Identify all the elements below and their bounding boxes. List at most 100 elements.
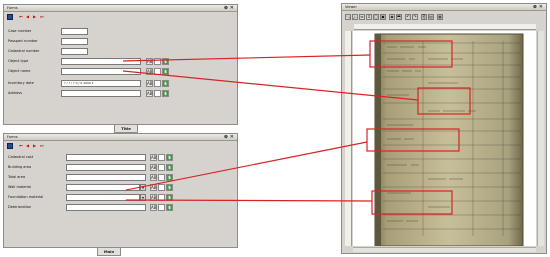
form-titlebar: Forms ⊗ ✕ [4,134,237,141]
select-rect-icon[interactable]: ▢ [373,14,379,20]
first-record-icon[interactable]: ⏮ [19,14,23,19]
field-row-deterioration: Deterioration AB $ [4,204,237,212]
stamp-icon[interactable]: ◉ [389,14,395,20]
case-number-input[interactable] [61,28,88,35]
next-record-icon[interactable]: ▶ [33,143,36,148]
total-area-input[interactable] [66,174,146,181]
tab-main[interactable]: Main [97,248,121,256]
field-row-address: Address AB $ [4,90,237,98]
spellcheck-button[interactable]: AB [150,164,157,171]
rotate-right-icon[interactable]: ↷ [412,14,418,20]
spellcheck-button[interactable]: AB [146,90,153,97]
lookup-button[interactable]: $ [166,184,173,191]
form-toolbar: ⏮ ◀ ▶ ⏭ [4,12,237,22]
clear-button[interactable] [158,194,165,201]
clear-button[interactable] [154,90,161,97]
spellcheck-button[interactable]: AB [146,80,153,87]
lookup-button[interactable]: $ [162,58,169,65]
inventory-date-picker[interactable]: ? / ? / ? 0 / 0 2000 ▾ [61,80,141,87]
field-label: Total area [8,175,26,179]
last-record-icon[interactable]: ⏭ [40,143,44,148]
lookup-button[interactable]: $ [166,204,173,211]
scanned-document [374,33,524,246]
document-canvas[interactable] [353,31,536,246]
first-record-icon[interactable]: ⏮ [19,143,23,148]
address-input[interactable] [61,90,141,97]
next-record-icon[interactable]: ▶ [33,14,36,19]
copy-icon[interactable]: ⎘ [421,14,427,20]
foundation-material-select[interactable] [66,194,140,201]
wall-material-select[interactable] [66,184,140,191]
field-label: Object type [8,59,29,63]
spellcheck-button[interactable]: AB [146,58,153,65]
object-name-input[interactable] [61,68,141,75]
zoom-out-icon[interactable]: 🔎 [352,14,358,20]
rotate-left-icon[interactable]: ↶ [405,14,411,20]
fit-width-icon[interactable]: ⇔ [359,14,365,20]
zoom-in-icon[interactable]: 🔍 [345,14,351,20]
clear-button[interactable] [154,58,161,65]
vertical-ruler [345,31,352,246]
last-record-icon[interactable]: ⏭ [40,14,44,19]
spellcheck-button[interactable]: AB [150,174,157,181]
tab-title[interactable]: Title [114,125,138,133]
field-label: Foundation material [8,195,44,199]
form-titlebar: Forms ⊗ ✕ [4,5,237,12]
lookup-button[interactable]: $ [166,174,173,181]
building-area-input[interactable] [66,164,146,171]
field-label: Wall material [8,185,32,189]
cadastral-cost-input[interactable] [66,154,146,161]
fit-height-icon[interactable]: ⇕ [366,14,372,20]
horizontal-scrollbar[interactable] [353,247,536,252]
clear-button[interactable] [154,68,161,75]
crop-icon[interactable]: ⬒ [396,14,402,20]
deterioration-input[interactable] [66,204,146,211]
clear-button[interactable] [158,174,165,181]
lookup-button[interactable]: $ [162,68,169,75]
clear-button[interactable] [154,80,161,87]
lookup-button[interactable]: $ [166,154,173,161]
field-row-object-type: Object type AB $ [4,58,237,66]
save-icon[interactable] [7,14,13,20]
passport-number-input[interactable] [61,38,88,45]
horizontal-ruler [354,24,536,30]
window-controls[interactable]: ⊗ ✕ [533,4,543,10]
clear-button[interactable] [158,164,165,171]
prev-record-icon[interactable]: ◀ [26,143,29,148]
field-label: Cadastral cost [8,155,34,159]
viewer-titlebar: Viewer ⊗ ✕ [342,4,546,11]
field-row-wall-material: Wall material ▾ AB $ [4,184,237,192]
page-icon[interactable]: ▤ [428,14,434,20]
field-label: Deterioration [8,205,32,209]
spellcheck-button[interactable]: AB [150,154,157,161]
window-controls[interactable]: ⊗ ✕ [224,5,234,11]
field-label: Object name [8,69,31,73]
field-label: Building area [8,165,32,169]
lookup-button[interactable]: $ [166,194,173,201]
spellcheck-button[interactable]: AB [150,184,157,191]
field-label: Passport number [8,39,38,43]
cadastral-number-input[interactable] [61,48,88,55]
grid-icon[interactable]: ▦ [437,14,443,20]
field-row-inventory-date: Inventory date ? / ? / ? 0 / 0 2000 ▾ AB… [4,80,237,88]
spellcheck-button[interactable]: AB [146,68,153,75]
vertical-scrollbar[interactable] [537,31,544,246]
field-row-passport-number: Passport number [4,38,237,46]
lookup-button[interactable]: $ [162,90,169,97]
chevron-down-icon[interactable]: ▾ [140,184,146,191]
save-icon[interactable] [7,143,13,149]
window-title: Forms [7,6,18,10]
clear-button[interactable] [158,184,165,191]
spellcheck-button[interactable]: AB [150,194,157,201]
viewer-window: Viewer ⊗ ✕ 🔍 🔎 ⇔ ⇕ ▢ ▣ ◉ ⬒ ↶ ↷ ⎘ ▤ ▦ [341,3,547,254]
lookup-button[interactable]: $ [162,80,169,87]
chevron-down-icon[interactable]: ▾ [140,194,146,201]
object-type-input[interactable] [61,58,141,65]
spellcheck-button[interactable]: AB [150,204,157,211]
lookup-button[interactable]: $ [166,164,173,171]
clear-button[interactable] [158,204,165,211]
fit-page-icon[interactable]: ▣ [380,14,386,20]
prev-record-icon[interactable]: ◀ [26,14,29,19]
clear-button[interactable] [158,154,165,161]
window-controls[interactable]: ⊗ ✕ [224,134,234,140]
